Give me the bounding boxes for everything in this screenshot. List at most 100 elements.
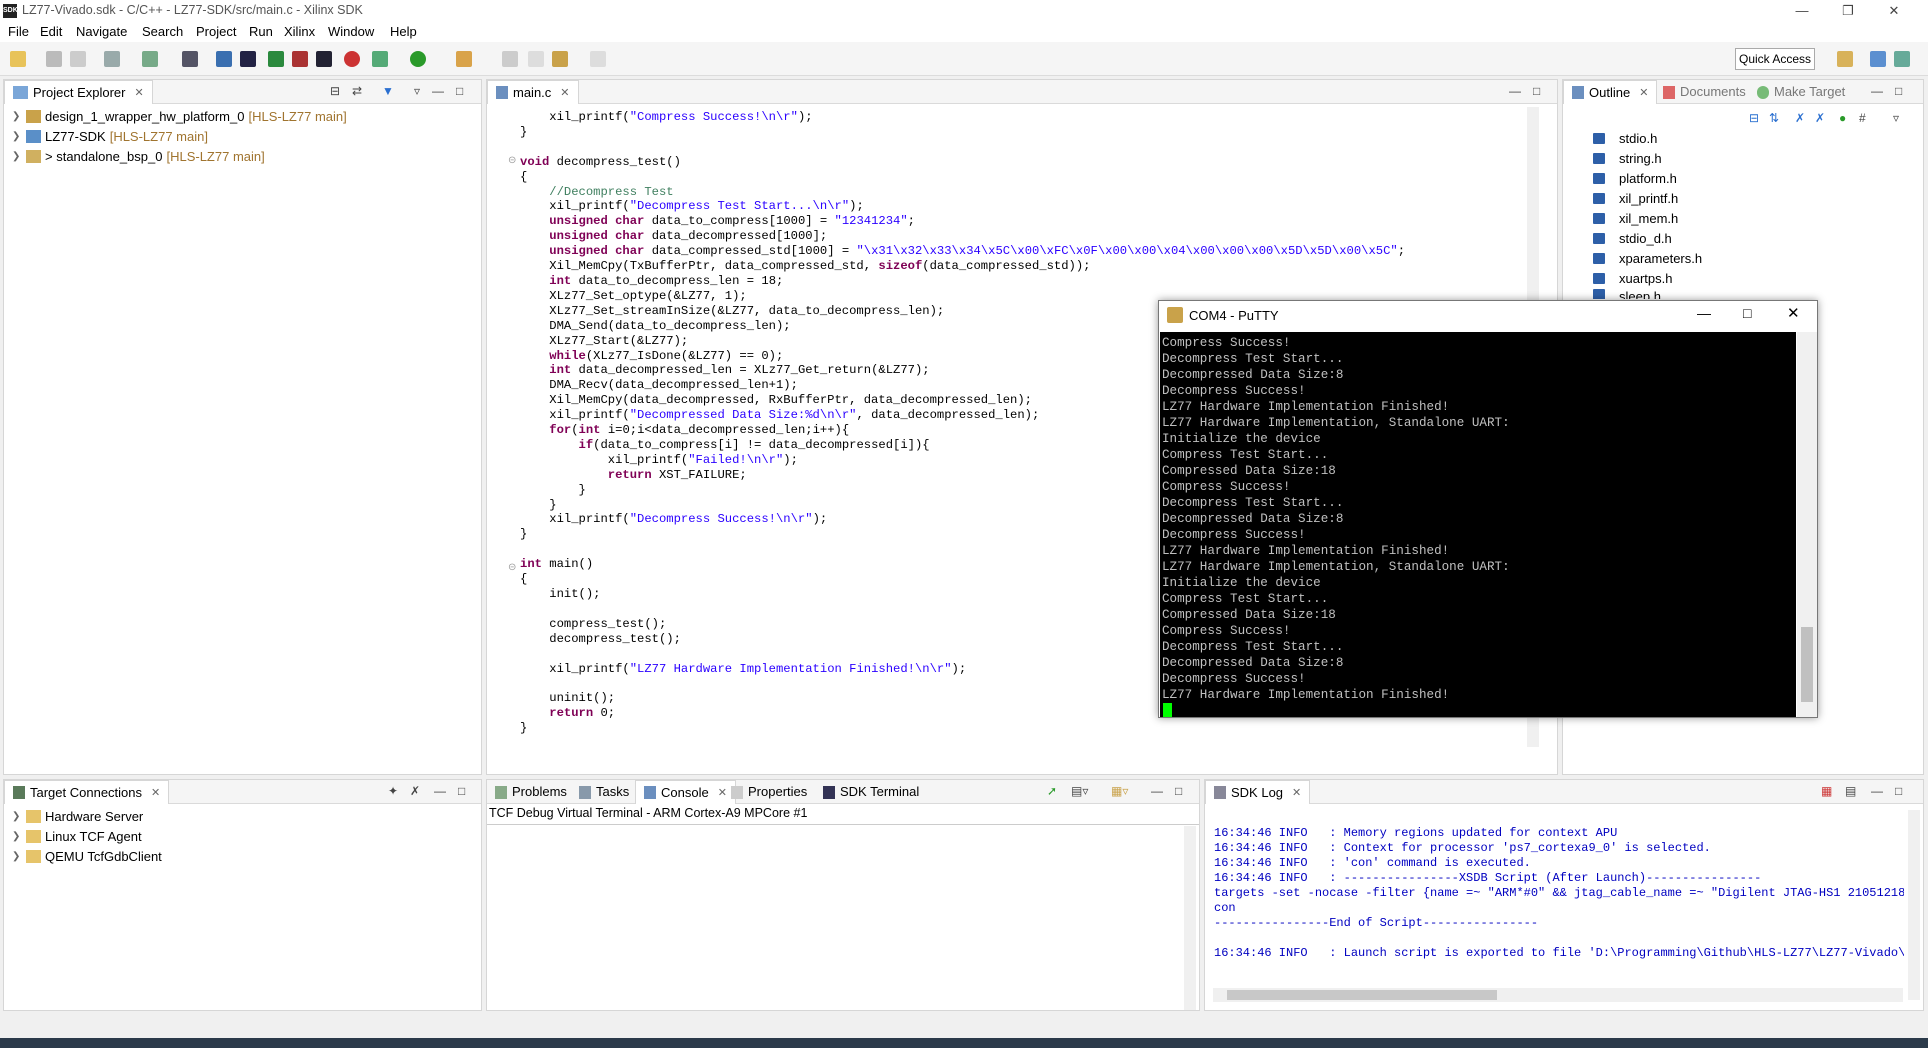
tree-item-lz77-sdk[interactable]: ❯ LZ77-SDK [HLS-LZ77 main] xyxy=(12,127,208,145)
hide-macros-icon[interactable]: # xyxy=(1859,111,1866,125)
outline-include-item[interactable]: stdio.h xyxy=(1593,129,1657,147)
close-icon[interactable]: ✕ xyxy=(151,781,160,805)
minimize-view-icon[interactable]: — xyxy=(432,84,444,98)
putty-minimize-button[interactable]: — xyxy=(1697,305,1711,321)
putty-terminal[interactable]: Compress Success! Decompress Test Start..… xyxy=(1160,332,1796,717)
log-horizontal-scrollbar[interactable] xyxy=(1213,988,1903,1002)
maximize-button[interactable]: ❐ xyxy=(1825,0,1871,22)
bitstream-icon[interactable] xyxy=(292,51,308,67)
expand-icon[interactable]: ❯ xyxy=(12,131,22,142)
open-console-icon[interactable]: ▦▿ xyxy=(1111,784,1128,798)
collapse-all-icon[interactable]: ⊟ xyxy=(330,84,340,98)
maximize-view-icon[interactable]: □ xyxy=(458,784,465,798)
maximize-view-icon[interactable]: □ xyxy=(456,84,463,98)
expand-icon[interactable]: ❯ xyxy=(12,811,22,822)
open-perspective-icon[interactable] xyxy=(1837,51,1853,67)
annotation-icon[interactable] xyxy=(502,51,518,67)
save-all-icon[interactable] xyxy=(70,51,86,67)
save-icon[interactable] xyxy=(46,51,62,67)
hide-nonpublic-icon[interactable]: ● xyxy=(1839,111,1846,125)
outline-include-item[interactable]: platform.h xyxy=(1593,169,1677,187)
close-button[interactable]: ✕ xyxy=(1871,0,1917,22)
program-icon[interactable] xyxy=(182,51,198,67)
menu-help[interactable]: Help xyxy=(390,24,417,39)
hide-static-icon[interactable]: ✗ xyxy=(1815,111,1825,125)
expand-icon[interactable]: ❯ xyxy=(12,111,22,122)
terminal-icon[interactable] xyxy=(240,51,256,67)
tab-sdk-log[interactable]: SDK Log ✕ xyxy=(1205,780,1311,805)
minimize-button[interactable]: — xyxy=(1779,0,1825,22)
close-icon[interactable]: ✕ xyxy=(1292,781,1301,805)
remove-connection-icon[interactable]: ✗ xyxy=(410,784,420,798)
view-menu-icon[interactable]: ▿ xyxy=(414,84,420,98)
minimize-view-icon[interactable]: — xyxy=(1151,784,1163,798)
maximize-view-icon[interactable]: □ xyxy=(1895,84,1902,98)
debug-perspective-icon[interactable] xyxy=(1894,51,1910,67)
menu-file[interactable]: File xyxy=(8,24,29,39)
tab-make-target[interactable]: Make Target xyxy=(1749,80,1853,104)
tab-target-connections[interactable]: Target Connections ✕ xyxy=(4,780,170,805)
tab-main-c[interactable]: main.c ✕ xyxy=(487,80,579,104)
outline-include-item[interactable]: sleep.h xyxy=(1593,289,1661,299)
new-connection-icon[interactable]: ✦ xyxy=(388,784,398,798)
stop-icon[interactable] xyxy=(344,51,360,67)
build-icon[interactable] xyxy=(104,51,120,67)
close-icon[interactable]: ✕ xyxy=(1639,81,1648,105)
fold-icon[interactable]: ⊝ xyxy=(508,155,516,166)
tab-outline[interactable]: Outline ✕ xyxy=(1563,80,1658,105)
minimize-view-icon[interactable]: — xyxy=(1509,84,1521,98)
fpga-icon[interactable] xyxy=(268,51,284,67)
tab-documents[interactable]: Documents xyxy=(1655,80,1754,104)
back-icon[interactable] xyxy=(552,51,568,67)
tree-item-linux-tcf-agent[interactable]: ❯ Linux TCF Agent xyxy=(12,827,142,845)
maximize-view-icon[interactable]: □ xyxy=(1895,784,1902,798)
outline-include-item[interactable]: xil_mem.h xyxy=(1593,209,1678,227)
tab-properties[interactable]: Properties xyxy=(723,780,815,804)
new-icon[interactable] xyxy=(10,51,26,67)
outline-include-item[interactable]: xil_printf.h xyxy=(1593,189,1678,207)
putty-close-button[interactable]: ✕ xyxy=(1787,304,1800,322)
menu-project[interactable]: Project xyxy=(196,24,236,39)
pin-console-icon[interactable]: ➚ xyxy=(1047,784,1057,798)
xsct-icon[interactable] xyxy=(216,51,232,67)
maximize-view-icon[interactable]: □ xyxy=(1175,784,1182,798)
debug-icon[interactable] xyxy=(372,51,388,67)
fold-icon[interactable]: ⊝ xyxy=(508,562,516,573)
external-tools-icon[interactable] xyxy=(456,51,472,67)
outline-include-item[interactable]: stdio_d.h xyxy=(1593,229,1672,247)
minimize-view-icon[interactable]: — xyxy=(1871,84,1883,98)
quick-access-input[interactable]: Quick Access xyxy=(1735,48,1815,70)
display-console-icon[interactable]: ▤▿ xyxy=(1071,784,1088,798)
tree-item-hw-platform[interactable]: ❯ design_1_wrapper_hw_platform_0 [HLS-LZ… xyxy=(12,107,347,125)
log-scroll-thumb[interactable] xyxy=(1227,990,1497,1000)
link-editor-icon[interactable]: ⇄ xyxy=(352,84,362,98)
minimize-view-icon[interactable]: — xyxy=(1871,784,1883,798)
tree-item-qemu-tcfgdbclient[interactable]: ❯ QEMU TcfGdbClient xyxy=(12,847,162,865)
tab-console[interactable]: Console ✕ xyxy=(635,780,736,804)
scroll-lock-icon[interactable]: ▤ xyxy=(1845,784,1856,798)
menu-search[interactable]: Search xyxy=(142,24,183,39)
hammer-icon[interactable] xyxy=(142,51,158,67)
tree-item-standalone-bsp[interactable]: ❯ > standalone_bsp_0 [HLS-LZ77 main] xyxy=(12,147,265,165)
close-icon[interactable]: ✕ xyxy=(560,81,569,105)
forward-icon[interactable] xyxy=(590,51,606,67)
filter-icon[interactable]: ▼ xyxy=(382,84,394,98)
menu-edit[interactable]: Edit xyxy=(40,24,62,39)
menu-run[interactable]: Run xyxy=(249,24,273,39)
expand-icon[interactable]: ❯ xyxy=(12,831,22,842)
menu-xilinx[interactable]: Xilinx xyxy=(284,24,315,39)
clear-log-icon[interactable]: ▦ xyxy=(1821,784,1832,798)
run-icon[interactable] xyxy=(410,51,426,67)
outline-include-item[interactable]: xparameters.h xyxy=(1593,249,1702,267)
tab-project-explorer[interactable]: Project Explorer ✕ xyxy=(4,80,153,104)
close-icon[interactable]: ✕ xyxy=(134,81,143,105)
hide-fields-icon[interactable]: ✗ xyxy=(1795,111,1805,125)
putty-maximize-button[interactable]: □ xyxy=(1743,305,1751,321)
maximize-view-icon[interactable]: □ xyxy=(1533,84,1540,98)
putty-scrollbar[interactable] xyxy=(1797,332,1817,717)
tree-item-hardware-server[interactable]: ❯ Hardware Server xyxy=(12,807,143,825)
console-icon[interactable] xyxy=(316,51,332,67)
outline-include-item[interactable]: xuartps.h xyxy=(1593,269,1672,287)
last-edit-icon[interactable] xyxy=(528,51,544,67)
view-menu-icon[interactable]: ▿ xyxy=(1893,111,1899,125)
